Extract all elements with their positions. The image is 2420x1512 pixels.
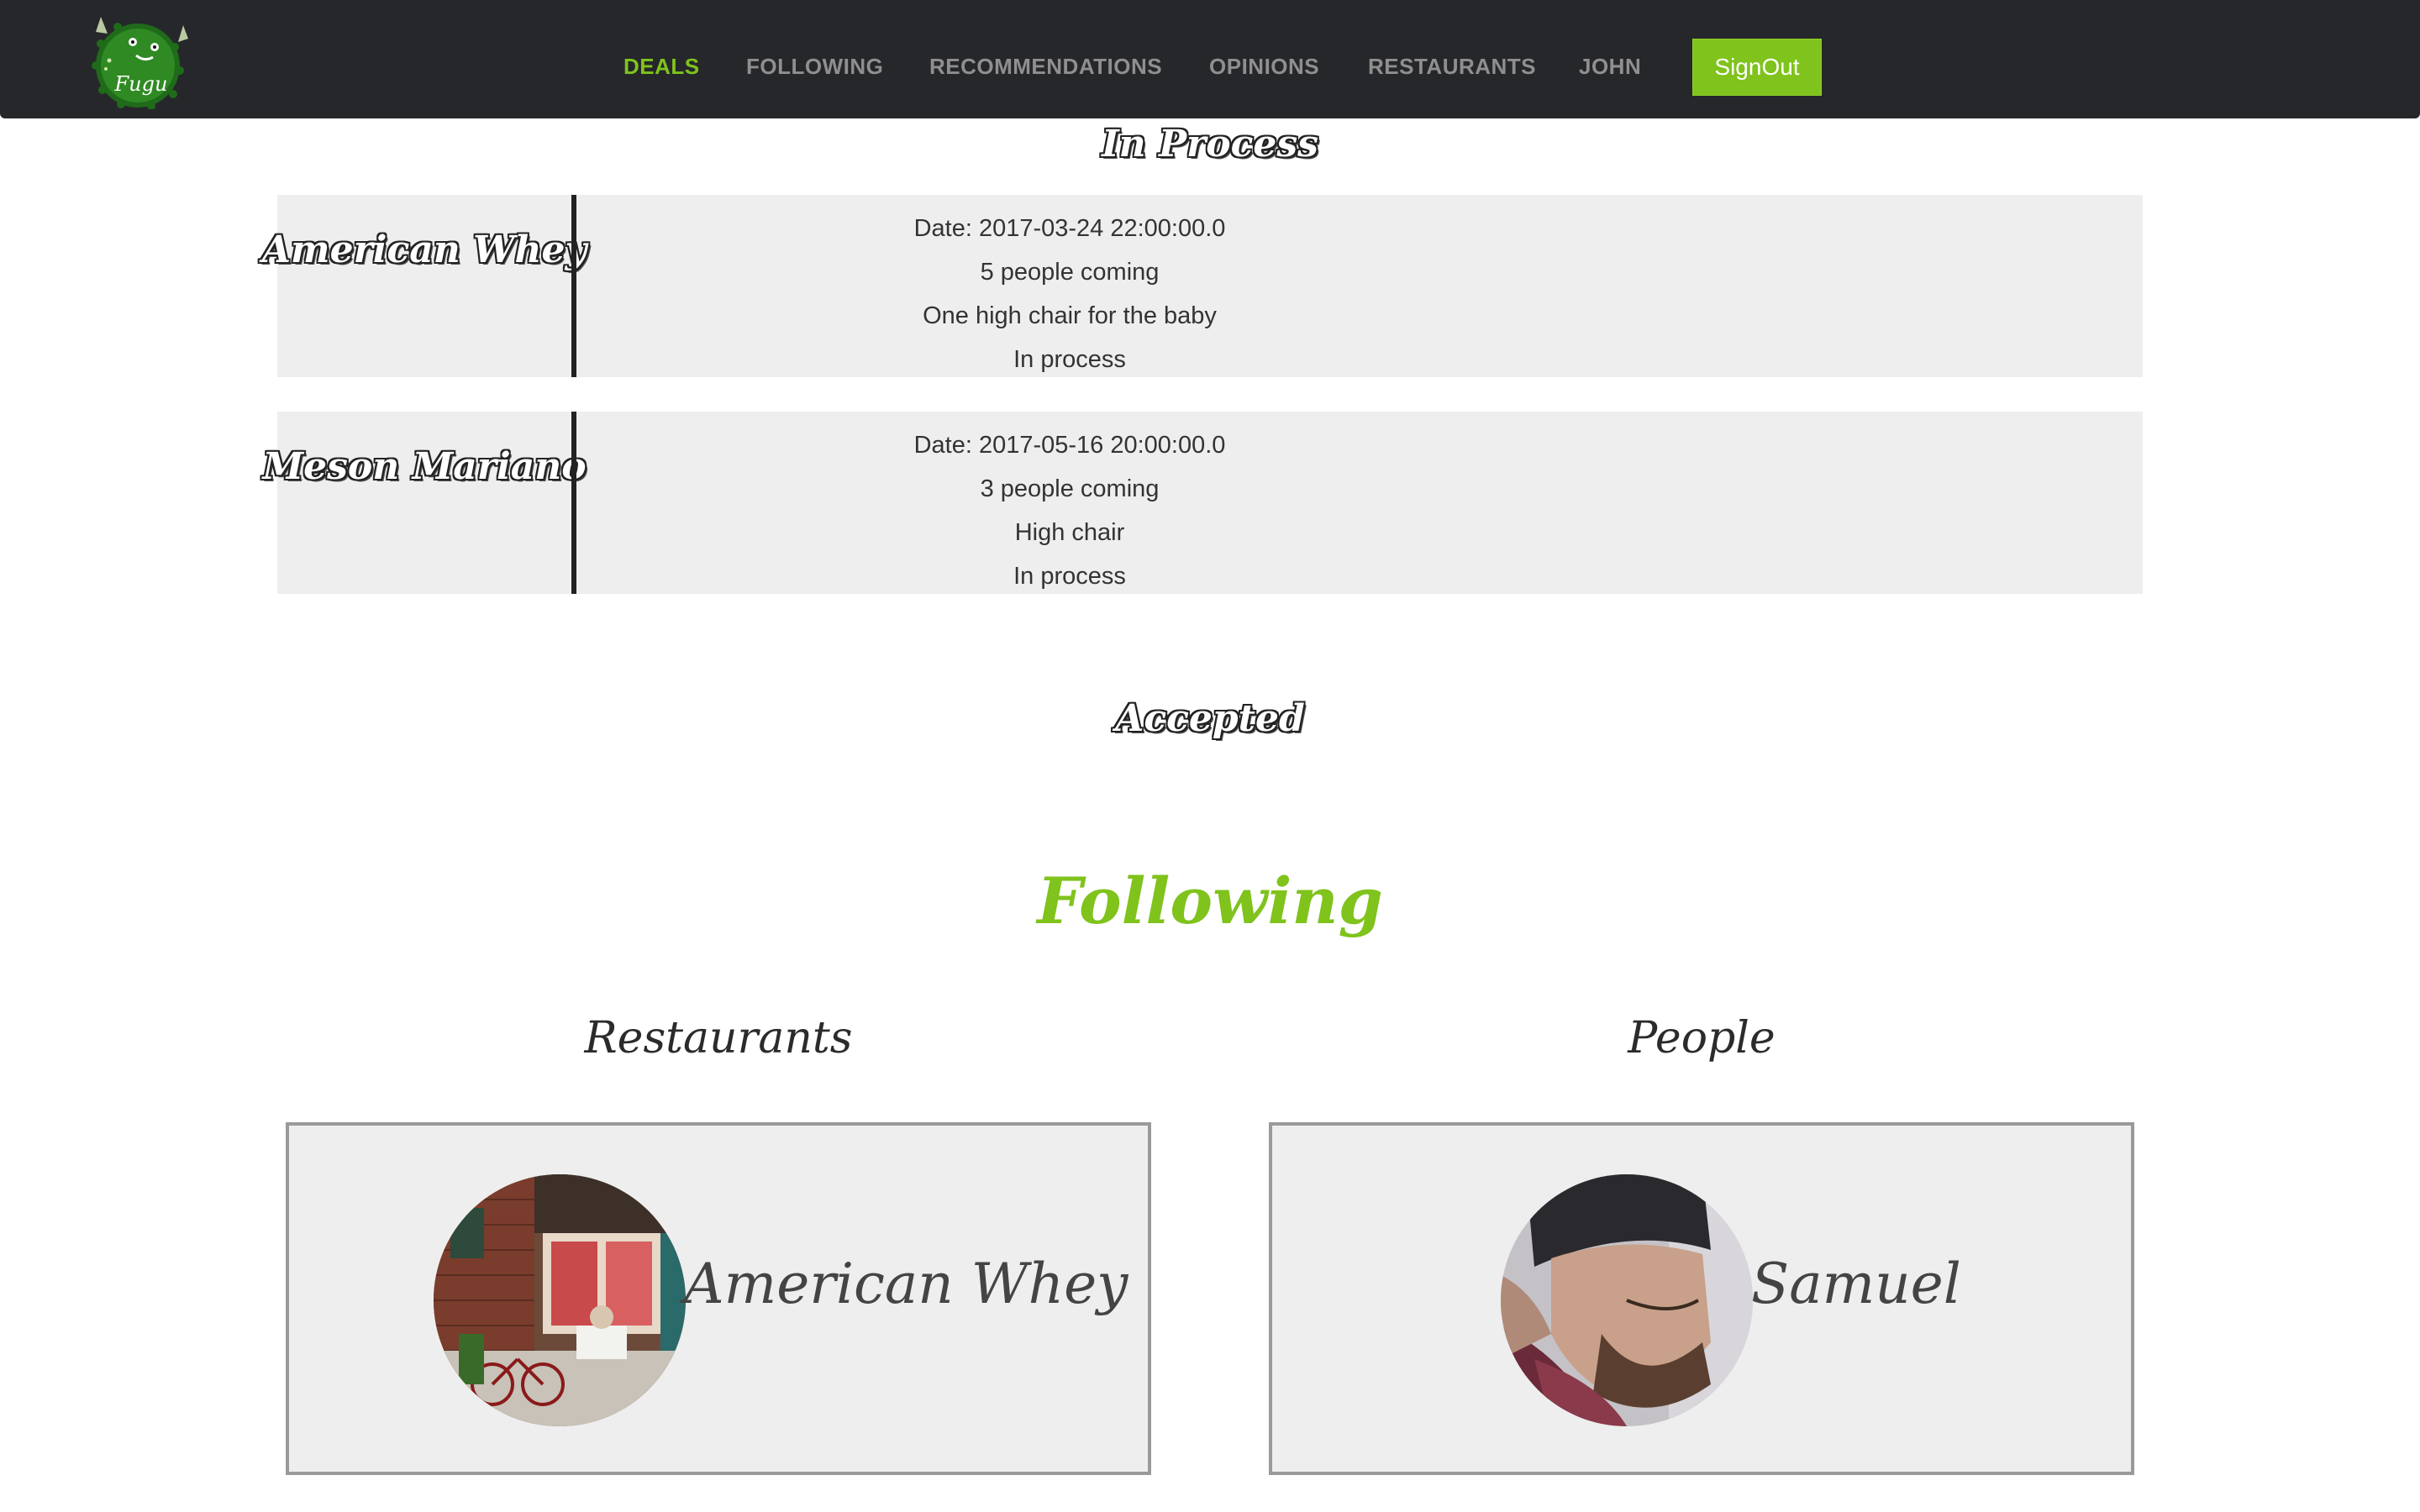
nav-recommendations[interactable]: RECOMMENDATIONS (929, 54, 1162, 80)
deal-date: Date: 2017-05-16 20:00:00.0 (913, 432, 1226, 459)
accepted-heading: Accepted (1115, 697, 1305, 740)
deal-date: Date: 2017-03-24 22:00:00.0 (913, 215, 1226, 242)
deal-note: High chair (1014, 519, 1125, 546)
nav-user-john[interactable]: JOHN (1579, 54, 1641, 80)
following-title: Following (1037, 864, 1383, 938)
nav-following[interactable]: FOLLOWING (746, 54, 883, 80)
nav-menu: DEALS FOLLOWING RECOMMENDATIONS OPINIONS… (0, 0, 2420, 118)
followed-restaurant-name[interactable]: American Whey (684, 1252, 1128, 1316)
deal-people: 5 people coming (980, 259, 1160, 286)
in-process-heading: In Process (1102, 123, 1318, 165)
nav-opinions[interactable]: OPINIONS (1209, 54, 1319, 80)
restaurant-photo (434, 1174, 686, 1426)
deal-note: One high chair for the baby (923, 302, 1217, 329)
followed-person-card[interactable]: Samuel (1269, 1122, 2134, 1475)
followed-restaurant-card[interactable]: American Whey (286, 1122, 1151, 1475)
deal-restaurant-name: American Whey (261, 228, 587, 271)
deal-status: In process (1013, 563, 1126, 590)
nav-restaurants[interactable]: RESTAURANTS (1368, 54, 1536, 80)
deal-card[interactable]: American Whey Date: 2017-03-24 22:00:00.… (261, 195, 2143, 377)
people-column-title: People (1628, 1013, 1776, 1063)
deal-status: In process (1013, 346, 1126, 373)
deal-people: 3 people coming (980, 475, 1160, 502)
nav-deals[interactable]: DEALS (623, 54, 700, 80)
restaurants-column-title: Restaurants (584, 1013, 853, 1063)
deal-details: Date: 2017-03-24 22:00:00.0 5 people com… (576, 207, 1563, 381)
deal-restaurant-name: Meson Mariano (262, 445, 587, 488)
top-navbar: Fugu DEALS FOLLOWING RECOMMENDATIONS OPI… (0, 0, 2420, 118)
signout-button[interactable]: SignOut (1692, 39, 1822, 96)
deal-details: Date: 2017-05-16 20:00:00.0 3 people com… (576, 423, 1563, 598)
person-photo (1501, 1174, 1753, 1426)
deal-card[interactable]: Meson Mariano Date: 2017-05-16 20:00:00.… (262, 412, 2143, 594)
followed-person-name[interactable]: Samuel (1751, 1252, 1961, 1316)
